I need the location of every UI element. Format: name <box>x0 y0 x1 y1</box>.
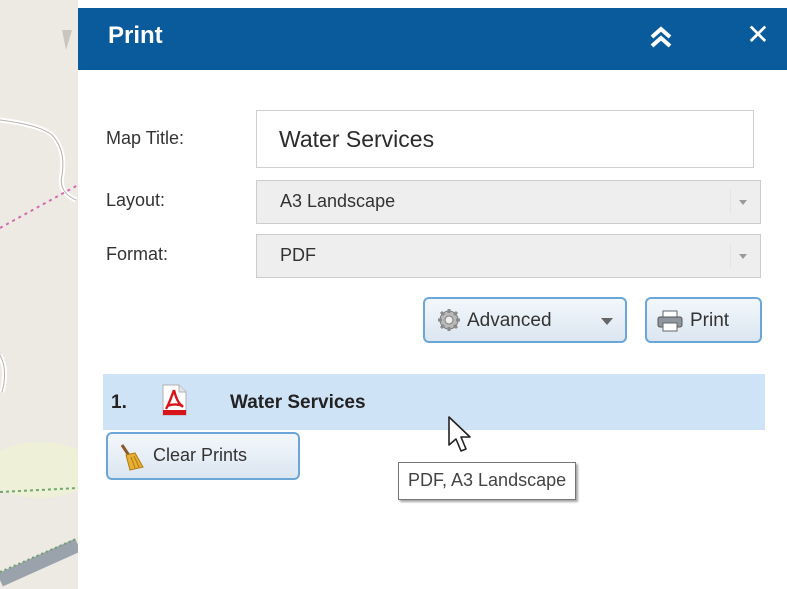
result-title: Water Services <box>230 392 366 413</box>
close-icon[interactable]: ✕ <box>743 20 773 50</box>
chevron-down-icon[interactable] <box>730 190 754 214</box>
pdf-file-icon <box>160 384 188 416</box>
panel-header: Print ✕ <box>78 8 787 70</box>
result-tooltip: PDF, A3 Landscape <box>398 462 577 500</box>
clear-prints-button[interactable]: Clear Prints <box>106 432 300 480</box>
broom-icon <box>118 443 144 476</box>
print-panel: Print ✕ Map Title: Layout: A3 Landscape … <box>78 0 787 589</box>
format-select[interactable]: PDF <box>256 234 761 278</box>
map-title-label: Map Title: <box>106 128 185 148</box>
printer-icon <box>656 309 684 339</box>
advanced-button[interactable]: Advanced <box>423 297 627 343</box>
format-value: PDF <box>280 245 316 265</box>
map-lines <box>0 30 78 587</box>
clear-prints-label: Clear Prints <box>153 445 248 465</box>
print-button[interactable]: Print <box>645 297 762 343</box>
double-chevron-up-icon[interactable] <box>647 22 675 52</box>
layout-select[interactable]: A3 Landscape <box>256 180 761 224</box>
print-label: Print <box>690 310 730 331</box>
layout-label: Layout: <box>106 190 166 210</box>
format-label: Format: <box>106 244 169 264</box>
panel-title: Print <box>108 22 163 49</box>
gear-icon <box>437 308 461 338</box>
mouse-cursor-icon <box>447 415 473 455</box>
print-result-item[interactable]: 1. Water Services <box>103 374 765 430</box>
map-background[interactable] <box>0 0 78 589</box>
result-number: 1. <box>111 392 127 413</box>
caret-down-icon <box>601 318 613 325</box>
chevron-down-icon[interactable] <box>730 244 754 268</box>
advanced-label: Advanced <box>467 310 552 331</box>
map-title-input[interactable] <box>256 110 754 168</box>
layout-value: A3 Landscape <box>280 191 396 211</box>
